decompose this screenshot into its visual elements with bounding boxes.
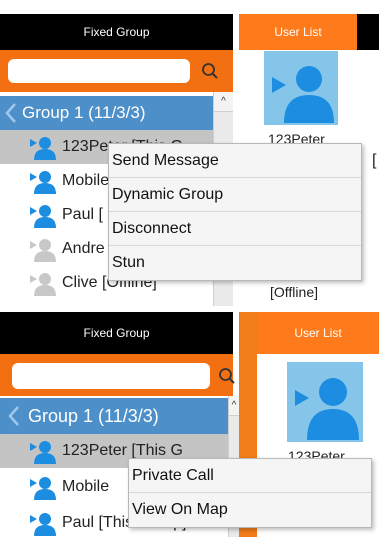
tab-strip-filler (357, 14, 379, 50)
menu-item-private-call[interactable]: Private Call (129, 459, 371, 493)
menu-item-send-message[interactable]: Send Message (109, 144, 361, 178)
user-avatar-icon (295, 378, 359, 440)
screenshot-panel-1: Fixed Group User List Group 1 (11/3/3) ^… (0, 0, 379, 306)
chevron-left-icon[interactable] (0, 398, 28, 434)
magnifier-icon (202, 63, 218, 79)
tab-user-list[interactable]: User List (239, 14, 357, 50)
contact-name: Mobile (62, 478, 110, 495)
user-offline-icon (30, 236, 56, 262)
user-online-icon (30, 202, 56, 228)
context-menu-contact: Send Message Dynamic Group Disconnect St… (108, 143, 362, 281)
contact-name: Mobile (62, 172, 110, 189)
user-online-icon (30, 168, 56, 194)
group-label: Group 1 (11/3/3) (22, 103, 146, 122)
group-row[interactable]: Group 1 (11/3/3) (0, 96, 213, 130)
user-offline-icon (30, 304, 56, 306)
user-online-icon (30, 474, 56, 500)
user-tile-avatar[interactable] (264, 51, 338, 125)
menu-item-stun[interactable]: Stun (109, 246, 361, 280)
user-offline-icon (30, 270, 56, 296)
menu-item-disconnect[interactable]: Disconnect (109, 212, 361, 246)
search-button[interactable] (197, 58, 223, 84)
contact-name: Andre (62, 240, 105, 257)
user-online-icon (30, 438, 56, 464)
user-tile-avatar[interactable] (287, 362, 363, 442)
user-online-icon (30, 510, 56, 536)
user-avatar-icon (272, 66, 334, 123)
fixed-group-header: Fixed Group (0, 14, 233, 50)
scroll-up-button[interactable]: ^ (214, 92, 233, 112)
chevron-left-icon[interactable] (0, 96, 22, 130)
fixed-group-header: Fixed Group (0, 312, 233, 354)
context-menu-contact: Private Call View On Map (128, 458, 372, 528)
search-input[interactable] (12, 363, 210, 389)
group-row[interactable]: Group 1 (11/3/3) (0, 398, 228, 434)
search-input[interactable] (8, 59, 190, 83)
screenshot-panel-2: Fixed Group User List Group 1 (11/3/3) ^… (0, 312, 379, 537)
user-tile-status: [Offline] (270, 284, 318, 300)
search-button[interactable] (214, 362, 240, 390)
magnifier-icon (219, 368, 235, 384)
top-strip (0, 0, 379, 14)
scroll-up-button[interactable]: ^ (229, 396, 239, 416)
contact-row[interactable]: Bruno [Offline] (0, 300, 213, 306)
group-label: Group 1 (11/3/3) (28, 405, 159, 426)
tab-user-list[interactable]: User List (257, 312, 379, 354)
menu-item-view-on-map[interactable]: View On Map (129, 493, 371, 527)
menu-item-dynamic-group[interactable]: Dynamic Group (109, 178, 361, 212)
contact-name: Paul [ (62, 206, 103, 223)
stray-bracket: [ (372, 152, 377, 169)
user-online-icon (30, 134, 56, 160)
